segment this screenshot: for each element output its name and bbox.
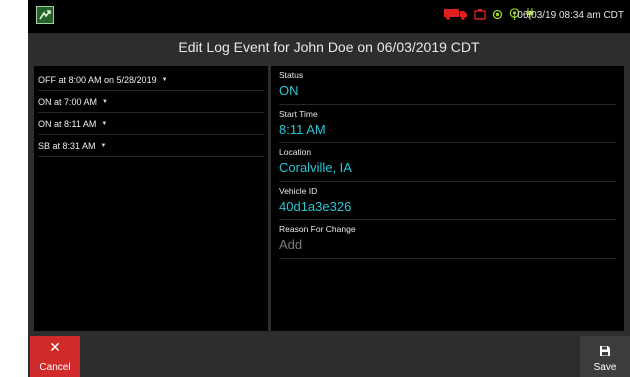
status-field[interactable]: Status ON [279,66,616,105]
event-label: OFF at 8:00 AM on 5/28/2019 [38,74,157,85]
start-time-field[interactable]: Start Time 8:11 AM [279,105,616,143]
save-icon [599,344,611,362]
event-label: ON at 7:00 AM [38,96,98,107]
start-time-label: Start Time [279,108,318,119]
app-logo-icon[interactable] [36,6,54,24]
reason-for-change-label: Reason For Change [279,224,356,234]
location-field[interactable]: Location Coralville, IA [279,143,616,182]
caret-down-icon: ▼ [161,76,168,83]
event-label: SB at 8:31 AM [38,140,96,151]
event-list-item[interactable]: OFF at 8:00 AM on 5/28/2019 ▼ [38,69,264,91]
trailer-icon [474,7,486,25]
save-label: Save [593,362,617,373]
status-label: Status [279,70,304,80]
main-content: OFF at 8:00 AM on 5/28/2019 ▼ ON at 7:00… [28,59,630,336]
save-button[interactable]: Save [580,336,630,377]
caret-down-icon: ▼ [101,120,108,127]
status-value: ON [279,83,299,98]
start-time-value: 8:11 AM [279,121,326,137]
location-value: Coralville, IA [279,160,352,175]
event-details: Status ON Start Time 8:11 AM Location Co… [271,66,624,331]
vehicle-id-field[interactable]: Vehicle ID 40d1a3e326 [279,182,616,220]
event-list-item[interactable]: SB at 8:31 AM ▼ [38,135,264,157]
truck-icon [444,7,468,25]
device-screen: 06/03/19 08:34 am CDT Edit Log Event for… [28,0,630,377]
event-list-item[interactable]: ON at 7:00 AM ▼ [38,91,264,113]
reason-for-change-field[interactable]: Reason For Change Add [279,220,616,259]
event-label: ON at 8:11 AM [38,118,97,129]
caret-down-icon: ▼ [100,142,107,149]
vehicle-id-value: 40d1a3e326 [279,198,352,214]
reason-for-change-input[interactable]: Add [279,236,616,253]
caret-down-icon: ▼ [102,98,108,105]
close-icon: ✕ [49,339,61,355]
page-title: Edit Log Event for John Doe on 06/03/201… [178,39,480,55]
event-list: OFF at 8:00 AM on 5/28/2019 ▼ ON at 7:00… [34,66,268,331]
vehicle-id-label: Vehicle ID [279,185,318,196]
event-list-item[interactable]: ON at 8:11 AM ▼ [38,113,264,135]
location-label: Location [279,147,312,157]
cancel-label: Cancel [39,362,71,373]
datetime-readout: 06/03/19 08:34 am CDT [517,10,624,21]
cancel-button[interactable]: ✕ Cancel [30,336,80,377]
bottom-action-bar: ✕ Cancel Save [28,336,630,377]
status-bar: 06/03/19 08:34 am CDT [28,0,630,34]
gps-icon [492,7,503,25]
title-bar: Edit Log Event for John Doe on 06/03/201… [28,34,630,59]
